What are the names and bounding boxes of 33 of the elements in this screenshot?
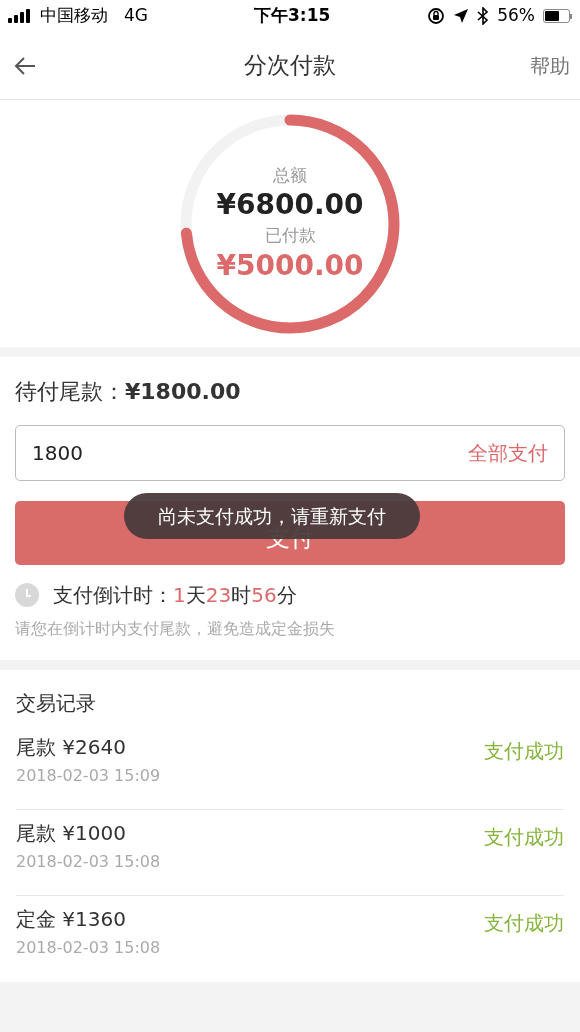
rotation-lock-icon (427, 7, 446, 25)
network-type: 4G (124, 4, 148, 28)
record-title: 尾款 ¥1000 (16, 820, 127, 847)
clock-icon (15, 583, 39, 607)
balance-due-amount: ¥1800.00 (125, 378, 241, 406)
record-time: 2018-02-03 15:08 (16, 937, 161, 959)
balance-due-label: 待付尾款： (15, 378, 125, 406)
record-time: 2018-02-03 15:08 (16, 851, 161, 873)
record-status: 支付成功 (484, 738, 564, 765)
page-title: 分次付款 (244, 51, 336, 81)
location-arrow-icon (453, 8, 470, 24)
record-status: 支付成功 (484, 910, 564, 937)
records-title: 交易记录 (16, 690, 97, 717)
battery-icon (543, 9, 572, 23)
total-amount: ¥6800.00 (216, 186, 364, 223)
record-title: 定金 ¥1360 (16, 906, 127, 933)
record-title: 尾款 ¥2640 (16, 734, 127, 761)
record-time: 2018-02-03 15:09 (16, 765, 161, 787)
amount-field[interactable]: 1800 全部支付 (15, 425, 565, 481)
countdown-value: 1天23时56分 (173, 582, 297, 609)
help-link[interactable]: 帮助 (530, 50, 570, 81)
battery-percent: 56% (497, 4, 535, 28)
paid-label: 已付款 (264, 223, 316, 247)
carrier-name: 中国移动 (40, 4, 108, 28)
clock-time: 下午3:15 (254, 4, 331, 28)
paid-amount: ¥5000.00 (216, 247, 364, 284)
record-status: 支付成功 (484, 824, 564, 851)
payment-notice: 请您在倒计时内支付尾款，避免造成定金损失 (15, 618, 336, 640)
bluetooth-icon (477, 7, 490, 25)
pay-all-link[interactable]: 全部支付 (468, 438, 548, 468)
total-label: 总额 (273, 163, 307, 187)
back-arrow-icon[interactable] (14, 55, 36, 76)
countdown-label: 支付倒计时： (53, 582, 173, 609)
